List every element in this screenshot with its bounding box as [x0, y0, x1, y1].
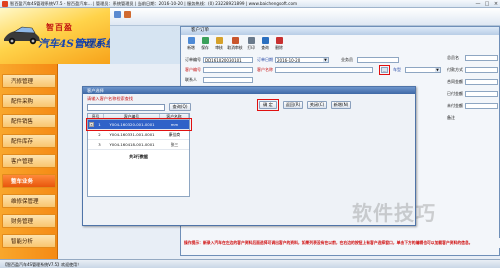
- right-label-remark: 备注: [447, 115, 455, 120]
- sidebar-item-insurance[interactable]: 维修保管理: [2, 194, 56, 208]
- toolbar-icon[interactable]: [124, 11, 131, 18]
- main-toolbar: [110, 8, 500, 26]
- car-label: 车型: [393, 67, 401, 72]
- watermark: 软件技巧: [352, 201, 436, 225]
- row-name: 张三: [170, 142, 179, 147]
- minimize-button[interactable]: —: [474, 1, 482, 7]
- chevron-down-icon[interactable]: ▼: [435, 68, 440, 72]
- customer-name-label: 客户名称: [257, 67, 273, 72]
- table-row[interactable]: 3 Y004-160418-001-0001 张三: [88, 140, 189, 150]
- search-hint: 请输入客户名称检索查找: [87, 96, 134, 101]
- query-order-button[interactable]: 查询: [259, 37, 271, 51]
- query-button[interactable]: 查询(Q): [169, 103, 191, 111]
- dialog-title: 客户选择: [83, 87, 415, 94]
- row-code: Y004-160331-001-0001: [109, 132, 155, 137]
- operator-label: 业务员: [341, 57, 353, 62]
- sidebar-item-analysis[interactable]: 智能分析: [2, 234, 56, 248]
- return-button[interactable]: 返回(R): [283, 101, 303, 109]
- operator-field[interactable]: [357, 57, 399, 63]
- car-icon: [4, 26, 40, 45]
- status-text: 【智百盈汽车4S管理系统V7.5】欢迎使用！: [3, 262, 82, 267]
- customer-name-field[interactable]: [275, 67, 373, 73]
- car-field[interactable]: ▼: [405, 67, 441, 73]
- cancel-audit-icon: [231, 37, 239, 44]
- right-label-payment: 付款方式: [447, 67, 463, 72]
- contact-label: 联系人: [185, 77, 197, 82]
- right-label-unpaid: 未付金额: [447, 103, 463, 108]
- app-icon: [2, 1, 8, 7]
- contact-field[interactable]: [203, 77, 253, 83]
- customer-no-field[interactable]: [203, 67, 253, 73]
- close-dialog-button[interactable]: 关闭(C): [307, 101, 327, 109]
- right-field-contract[interactable]: [465, 79, 498, 85]
- print-icon: [247, 37, 255, 44]
- sidebar-item-parts-purchase[interactable]: 配件采购: [2, 94, 56, 108]
- right-field-paid[interactable]: [465, 91, 498, 97]
- brand-name: 智百盈: [46, 22, 73, 32]
- order-date-field[interactable]: 2016-10-20 ▼: [275, 57, 329, 63]
- close-button[interactable]: ×: [492, 1, 500, 7]
- cancel-audit-button[interactable]: 取消审核: [227, 37, 243, 51]
- audit-icon: [215, 37, 223, 44]
- print-order-button[interactable]: 打印: [245, 37, 257, 51]
- new-order-button[interactable]: 新增: [185, 37, 197, 51]
- audit-order-button[interactable]: 审核: [213, 37, 225, 51]
- row-code: Y004-160418-001-0001: [109, 142, 155, 147]
- chevron-down-icon[interactable]: ▼: [323, 58, 328, 62]
- customer-no-label: 客户编号: [185, 67, 201, 72]
- operation-tip: 操作提示：新录入汽车在左边的客户资料后面选择可调出客户的资料，如果列表没有在以前…: [184, 238, 500, 248]
- sidebar-item-parts-sales[interactable]: 配件销售: [2, 114, 56, 128]
- right-field-staff[interactable]: [465, 55, 498, 61]
- sidebar-item-customer[interactable]: 客户管理: [2, 154, 56, 168]
- right-label-staff: 总员名: [447, 55, 459, 60]
- app-title: 智百盈汽车4S管理系统V7.5 - 智百盈汽车… | 管理员：系统管理员 | 当…: [10, 1, 298, 6]
- sidebar-item-finance[interactable]: 财务管理: [2, 214, 56, 228]
- row-name: 康佳商: [168, 132, 181, 137]
- toolbar-icon[interactable]: [114, 11, 121, 18]
- right-field-unpaid[interactable]: [465, 103, 498, 109]
- search-icon: [261, 37, 269, 44]
- order-window-title: 客户订单: [181, 27, 499, 35]
- order-date-label: 订单日期: [257, 57, 273, 62]
- right-label-paid: 已付金额: [447, 91, 463, 96]
- delete-icon: [275, 37, 283, 44]
- new-icon: [187, 37, 195, 44]
- lookup-highlight-box: [379, 65, 390, 75]
- right-label-contract: 合同金额: [447, 79, 463, 84]
- brand-banner: 智百盈 汽车4S管理系统 V7.5: [0, 8, 110, 64]
- save-icon: [201, 37, 209, 44]
- confirm-highlight-box: [257, 99, 279, 111]
- customer-search-input[interactable]: [87, 104, 165, 111]
- right-field-payment[interactable]: [465, 67, 498, 73]
- selected-row-highlight-box: [86, 118, 192, 131]
- status-bar: 【智百盈汽车4S管理系统V7.5】欢迎使用！: [0, 259, 500, 268]
- row-index: 3: [98, 142, 101, 147]
- maximize-button[interactable]: □: [483, 1, 491, 7]
- sidebar-item-repair[interactable]: 汽修管理: [2, 74, 56, 88]
- order-no-label: 订单编号: [185, 57, 201, 62]
- sidebar-item-parts-inventory[interactable]: 配件库存: [2, 134, 56, 148]
- delete-order-button[interactable]: 删除: [273, 37, 285, 51]
- sidebar-item-vehicle-business[interactable]: 整车业务: [2, 174, 56, 188]
- new-customer-button[interactable]: 新增(N): [331, 101, 351, 109]
- row-index: 2: [98, 132, 101, 137]
- grid-total: 共3行数据: [129, 154, 148, 159]
- save-order-button[interactable]: 保存: [199, 37, 211, 51]
- table-row[interactable]: 2 Y004-160331-001-0001 康佳商: [88, 130, 189, 140]
- order-no-field[interactable]: DD161020030101: [203, 57, 253, 63]
- sidebar: 汽修管理 配件采购 配件销售 配件库存 客户管理 整车业务 维修保管理 财务管理…: [0, 64, 58, 259]
- app-title-bar: 智百盈汽车4S管理系统V7.5 - 智百盈汽车… | 管理员：系统管理员 | 当…: [0, 0, 500, 8]
- version-label: V7.5: [84, 40, 102, 48]
